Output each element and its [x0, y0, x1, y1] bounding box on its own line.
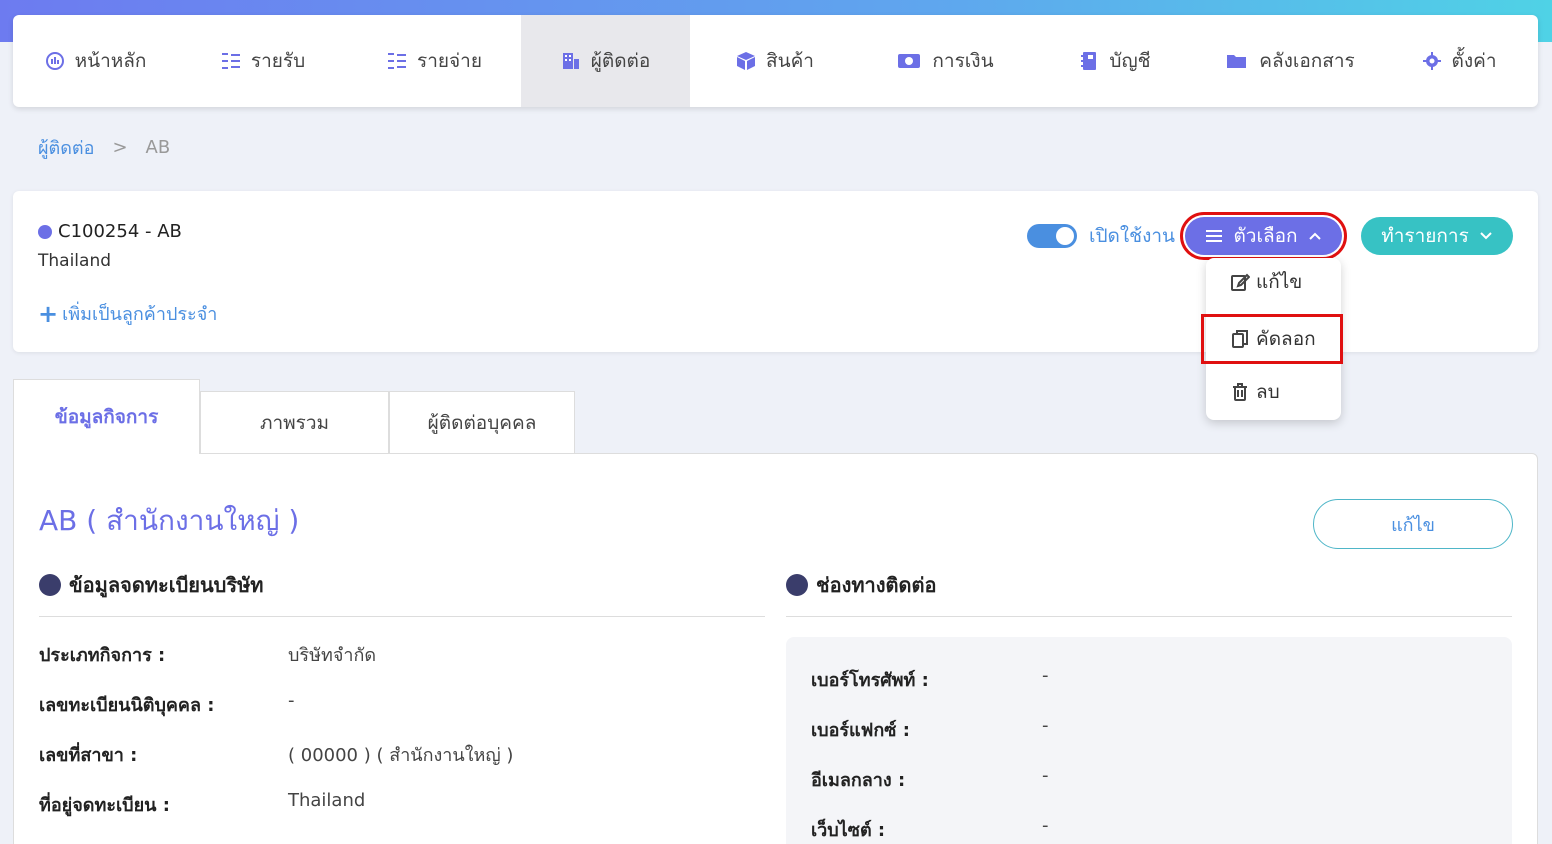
nav-label: รายรับ — [250, 50, 306, 72]
nav-item-accounting[interactable]: บัญชี — [1030, 15, 1200, 107]
website-value: - — [1042, 815, 1049, 836]
contact-heading-label: ช่องทางติดต่อ — [816, 573, 937, 597]
nav-label: การเงิน — [932, 50, 994, 72]
nav-item-documents[interactable]: คลังเอกสาร — [1200, 15, 1380, 107]
nav-label: สินค้า — [766, 50, 814, 72]
tab-overview[interactable]: ภาพรวม — [200, 391, 389, 454]
nav-item-contacts[interactable]: ผู้ติดต่อ — [521, 15, 690, 107]
registered-address-value: Thailand — [288, 790, 366, 811]
nav-label: บัญชี — [1109, 50, 1151, 72]
contact-channels-heading: ช่องทางติดต่อ — [786, 569, 937, 601]
business-info-panel: AB ( สำนักงานใหญ่ ) แก้ไข ข้อมูลจดทะเบีย… — [13, 453, 1538, 844]
website-label: เว็บไซต์ : — [811, 820, 886, 841]
dashboard-icon — [45, 52, 64, 70]
dropdown-item-copy[interactable]: คัดลอก — [1201, 314, 1343, 364]
tab-contact-persons[interactable]: ผู้ติดต่อบุคคล — [389, 391, 575, 454]
nav-label: คลังเอกสาร — [1259, 50, 1355, 72]
nav-item-products[interactable]: สินค้า — [690, 15, 860, 107]
nav-item-expense[interactable]: รายจ่าย — [348, 15, 521, 107]
detail-tabs: ข้อมูลกิจการ ภาพรวม ผู้ติดต่อบุคคล — [13, 379, 575, 454]
section-bullet-icon — [786, 574, 808, 596]
breadcrumb-current: AB — [145, 137, 171, 158]
options-label: ตัวเลือก — [1233, 225, 1298, 247]
tax-id-value: - — [288, 690, 295, 711]
active-toggle-group: เปิดใช้งาน — [1027, 221, 1175, 251]
options-dropdown-menu: แก้ไข คัดลอก ลบ — [1201, 258, 1343, 420]
contact-code-name: C100254 - AB — [58, 221, 182, 242]
registered-address-label: ที่อยู่จดทะเบียน : — [39, 795, 170, 816]
tax-id-label: เลขทะเบียนนิติบุคคล : — [39, 695, 215, 716]
contacts-icon — [562, 53, 579, 69]
menu-icon — [1206, 230, 1223, 242]
nav-item-income[interactable]: รายรับ — [178, 15, 348, 107]
ledger-icon — [1081, 52, 1097, 70]
nav-label: รายจ่าย — [417, 50, 482, 72]
phone-value: - — [1042, 665, 1049, 686]
options-button[interactable]: ตัวเลือก — [1180, 212, 1347, 260]
nav-label: หน้าหลัก — [74, 50, 147, 72]
registration-divider — [39, 616, 765, 617]
business-type-value: บริษัทจำกัด — [288, 645, 377, 666]
registration-heading: ข้อมูลจดทะเบียนบริษัท — [39, 569, 263, 601]
chevron-up-icon — [1308, 232, 1321, 240]
add-regular-label: เพิ่มเป็นลูกค้าประจำ — [62, 304, 218, 325]
transact-label: ทำรายการ — [1381, 225, 1469, 247]
money-icon — [898, 54, 921, 68]
dropdown-item-delete[interactable]: ลบ — [1206, 370, 1341, 414]
dropdown-copy-label: คัดลอก — [1256, 328, 1316, 350]
dropdown-delete-label: ลบ — [1256, 381, 1280, 403]
breadcrumb: ผู้ติดต่อ > AB — [38, 133, 170, 162]
plus-icon: + — [38, 299, 59, 328]
contact-channels-box: เบอร์โทรศัพท์ : - เบอร์แฟกซ์ : - อีเมลกล… — [786, 637, 1512, 844]
contact-divider — [786, 616, 1512, 617]
breadcrumb-root-link[interactable]: ผู้ติดต่อ — [38, 133, 94, 162]
breadcrumb-separator: > — [112, 137, 128, 158]
contact-title: C100254 - AB — [38, 221, 182, 242]
trash-icon — [1233, 383, 1247, 401]
copy-icon — [1232, 330, 1248, 348]
dropdown-item-edit[interactable]: แก้ไข — [1206, 260, 1341, 304]
nav-label: ผู้ติดต่อ — [590, 50, 651, 72]
business-type-label: ประเภทกิจการ : — [39, 645, 166, 666]
tab-business-info[interactable]: ข้อมูลกิจการ — [13, 379, 200, 454]
box-icon — [737, 52, 756, 70]
phone-label: เบอร์โทรศัพท์ : — [811, 670, 929, 691]
chevron-down-icon — [1480, 232, 1492, 240]
email-value: - — [1042, 765, 1049, 786]
dropdown-edit-label: แก้ไข — [1256, 271, 1303, 293]
nav-item-settings[interactable]: ตั้งค่า — [1380, 15, 1538, 107]
main-nav: หน้าหลัก รายรับ รายจ่าย ผู้ติดต่อ สินค้า… — [13, 15, 1538, 107]
income-icon — [221, 53, 240, 69]
transact-button[interactable]: ทำรายการ — [1361, 217, 1513, 255]
branch-no-value: ( 00000 ) ( สำนักงานใหญ่ ) — [288, 745, 514, 766]
gear-icon — [1422, 52, 1441, 70]
fax-label: เบอร์แฟกซ์ : — [811, 720, 910, 741]
email-label: อีเมลกลาง : — [811, 770, 906, 791]
nav-item-home[interactable]: หน้าหลัก — [13, 15, 178, 107]
business-title: AB ( สำนักงานใหญ่ ) — [39, 504, 300, 537]
nav-item-finance[interactable]: การเงิน — [860, 15, 1030, 107]
status-dot-icon — [38, 224, 52, 239]
branch-no-label: เลขที่สาขา : — [39, 745, 138, 766]
edit-icon — [1231, 273, 1250, 291]
folder-icon — [1227, 55, 1247, 68]
expense-icon — [388, 53, 407, 69]
active-toggle-label: เปิดใช้งาน — [1089, 225, 1176, 247]
contact-country: Thailand — [38, 251, 112, 271]
registration-heading-label: ข้อมูลจดทะเบียนบริษัท — [69, 573, 264, 597]
section-bullet-icon — [39, 574, 61, 596]
nav-label: ตั้งค่า — [1451, 50, 1497, 72]
edit-business-button[interactable]: แก้ไข — [1313, 499, 1513, 549]
active-toggle[interactable] — [1027, 224, 1077, 248]
fax-value: - — [1042, 715, 1049, 736]
add-regular-customer-link[interactable]: + เพิ่มเป็นลูกค้าประจำ — [38, 299, 217, 328]
